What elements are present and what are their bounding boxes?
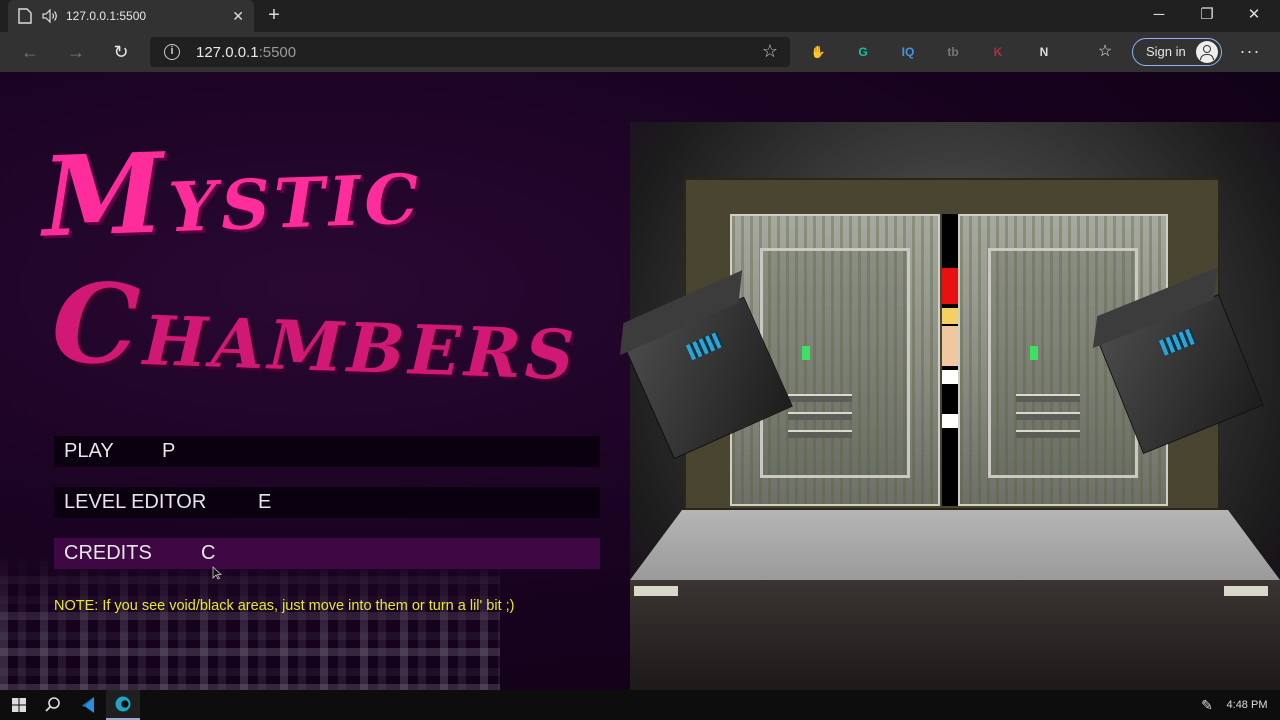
title2-cap: C: [49, 257, 146, 390]
edge-icon[interactable]: [106, 690, 140, 720]
page-icon: [18, 8, 32, 24]
menu-credits-key: C: [201, 542, 216, 564]
pen-icon[interactable]: ✎: [1190, 690, 1224, 720]
vscode-icon[interactable]: [72, 690, 106, 720]
ledge-light-right: [1224, 586, 1268, 596]
menu-level-editor-key: E: [258, 491, 272, 513]
game-title-line1: MYSTIC: [40, 119, 424, 261]
adblock-icon[interactable]: ✋: [808, 42, 828, 62]
game-title-line2: CHAMBERS: [50, 258, 581, 405]
address-port: :5500: [258, 43, 297, 61]
tb-icon[interactable]: tb: [943, 42, 963, 62]
close-window-icon[interactable]: ✕: [1231, 0, 1277, 32]
menu-level-editor[interactable]: LEVEL EDITOR E: [54, 487, 600, 518]
taskbar-clock: 4:48 PM: [1226, 699, 1268, 711]
title1-rest: YSTIC: [166, 159, 424, 249]
door-right-slot: [1016, 394, 1080, 402]
tab-close-icon[interactable]: ✕: [232, 8, 244, 25]
scene-ledge: [630, 580, 1280, 690]
iq-icon[interactable]: IQ: [898, 42, 918, 62]
avatar-icon: [1196, 41, 1218, 63]
notion-icon[interactable]: N: [1034, 42, 1054, 62]
note-text: NOTE: If you see void/black areas, just …: [54, 598, 515, 614]
grammarly-icon[interactable]: G: [853, 42, 873, 62]
title1-cap: M: [39, 128, 171, 262]
info-icon[interactable]: i: [164, 44, 180, 60]
door-center-strip: [942, 214, 958, 506]
sign-in-button[interactable]: Sign in: [1132, 38, 1222, 66]
cube-stripe: [1158, 328, 1197, 356]
background-noise: [0, 552, 500, 690]
door-left-panel: [760, 248, 910, 478]
favorite-star-icon[interactable]: ☆: [762, 41, 778, 62]
menu-level-editor-label: LEVEL EDITOR: [64, 491, 207, 513]
browser-titlebar: 127.0.0.1:5500 ✕ + ─ ❐ ✕: [0, 0, 1280, 32]
door-right-slot: [1016, 412, 1080, 420]
windows-start-icon[interactable]: [2, 690, 36, 720]
forward-icon[interactable]: →: [62, 38, 90, 66]
menu-play-label: PLAY: [64, 440, 114, 462]
mouse-cursor-icon: [212, 566, 222, 580]
address-bar[interactable]: i 127.0.0.1:5500 ☆: [150, 37, 790, 67]
speaker-icon[interactable]: [42, 9, 58, 23]
door-right-light: [1030, 346, 1038, 360]
menu-credits[interactable]: CREDITS C: [54, 538, 600, 569]
restore-icon[interactable]: ❐: [1184, 0, 1230, 32]
address-host: 127.0.0.1: [196, 43, 259, 61]
back-icon[interactable]: ←: [16, 38, 44, 66]
game-scene: [619, 122, 1280, 690]
door-left-slot: [788, 394, 852, 402]
cube-stripe: [685, 331, 724, 361]
title2-rest: HAMBERS: [141, 301, 580, 397]
k-icon[interactable]: K: [988, 42, 1008, 62]
menu-play[interactable]: PLAY P: [54, 436, 600, 467]
door-left-light: [802, 346, 810, 360]
windows-taskbar: ✎ 4:48 PM: [0, 690, 1280, 720]
scene-floor: [630, 510, 1280, 580]
menu-credits-label: CREDITS: [64, 542, 152, 564]
sign-in-label: Sign in: [1146, 44, 1186, 59]
new-tab-icon[interactable]: +: [262, 4, 286, 28]
ledge-light-left: [634, 586, 678, 596]
more-icon[interactable]: ···: [1238, 38, 1262, 66]
favorites-icon[interactable]: ☆: [1091, 38, 1119, 66]
minimize-icon[interactable]: ─: [1136, 0, 1182, 32]
refresh-icon[interactable]: ↻: [107, 38, 135, 66]
door-right-slot: [1016, 430, 1080, 438]
search-icon[interactable]: [36, 690, 70, 720]
browser-tab[interactable]: 127.0.0.1:5500 ✕: [8, 0, 254, 32]
door-left-slot: [788, 412, 852, 420]
game-page: MYSTIC CHAMBERS PLAY P LEVEL EDITOR E CR…: [0, 72, 1280, 690]
menu-play-key: P: [162, 440, 176, 462]
door-left-slot: [788, 430, 852, 438]
tab-title: 127.0.0.1:5500: [66, 9, 147, 23]
browser-toolbar: ← → ↻ i 127.0.0.1:5500 ☆ ✋ G IQ tb K N ☆: [0, 32, 1280, 72]
